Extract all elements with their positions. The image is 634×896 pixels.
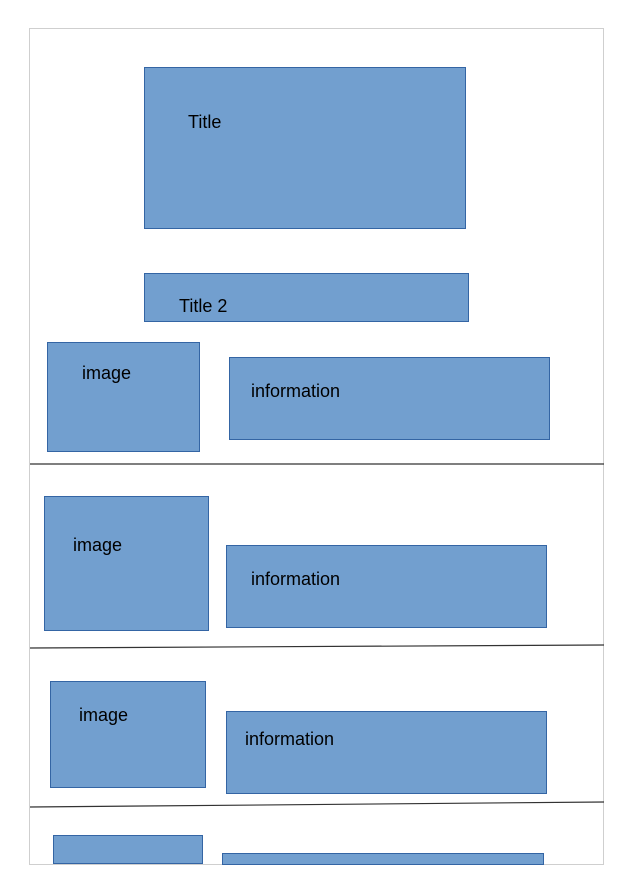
row4-information-box [222,853,544,865]
row2-image-label: image [73,535,123,555]
title-label: Title [188,112,222,132]
row4-image-box [53,835,203,864]
title2-label: Title 2 [179,296,228,316]
row1-information-label: information [251,381,341,401]
row3-image-label: image [79,705,129,725]
row2-image-box [44,496,209,631]
row2-information-label: information [251,569,341,589]
row3-image-box [50,681,206,788]
title-box [144,67,466,229]
row1-image-box [47,342,200,452]
row3-information-box [226,711,547,794]
row1-image-label: image [82,363,132,383]
row3-information-label: information [245,729,335,749]
